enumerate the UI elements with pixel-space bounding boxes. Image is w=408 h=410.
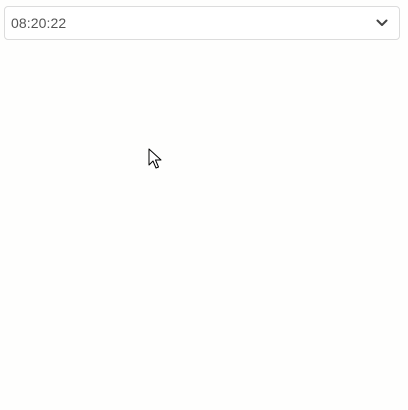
chevron-down-icon [375,16,389,30]
time-select-value: 08:20:22 [11,15,67,31]
time-select[interactable]: 08:20:22 [4,6,400,40]
page: 08:20:22 [0,0,408,410]
mouse-pointer-icon [148,148,164,170]
